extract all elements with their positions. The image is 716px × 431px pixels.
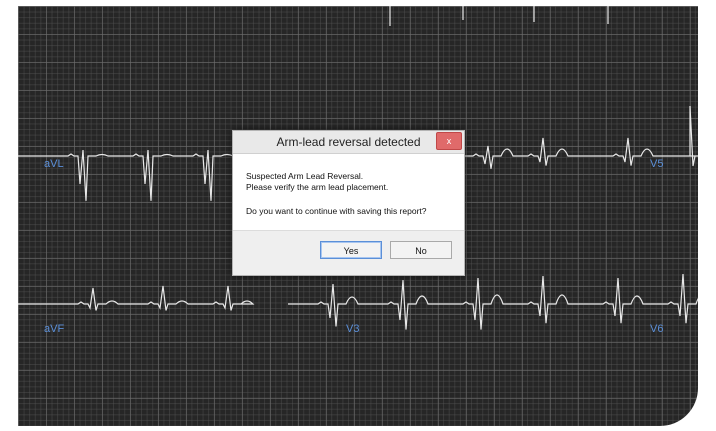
- message-line-1: Suspected Arm Lead Reversal.: [246, 171, 364, 181]
- close-icon: x: [446, 136, 452, 146]
- dialog-title: Arm-lead reversal detected: [276, 135, 421, 149]
- lead-label-avl: aVL: [44, 158, 64, 170]
- lead-label-avf: aVF: [44, 323, 65, 335]
- message-line-2: Please verify the arm lead placement.: [246, 182, 389, 192]
- lead-label-v5: V5: [650, 158, 664, 170]
- lead-label-v3: V3: [346, 323, 360, 335]
- ecg-trace-avf-left: [18, 285, 255, 311]
- close-button[interactable]: x: [436, 132, 462, 150]
- lead-label-v6: V6: [650, 323, 664, 335]
- ecg-trace-lower-right: [288, 273, 698, 330]
- no-button[interactable]: No: [390, 241, 452, 259]
- confirm-question: Do you want to continue with saving this…: [246, 206, 427, 216]
- ecg-spike-right: [689, 105, 696, 167]
- yes-button[interactable]: Yes: [320, 241, 382, 259]
- dialog-titlebar[interactable]: Arm-lead reversal detected x: [233, 131, 464, 154]
- arm-lead-reversal-dialog: Arm-lead reversal detected x Suspected A…: [232, 130, 465, 276]
- dialog-button-bar: Yes No: [233, 230, 464, 275]
- dialog-body: Suspected Arm Lead Reversal. Please veri…: [233, 154, 464, 230]
